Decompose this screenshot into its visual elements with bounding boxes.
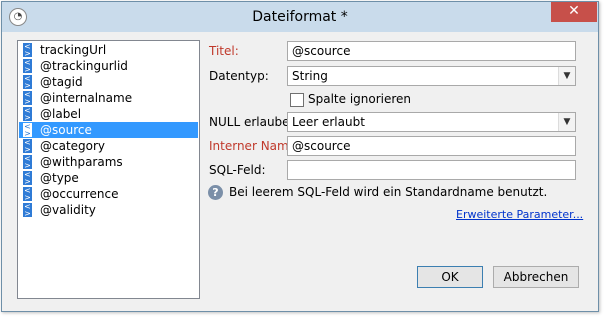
xml-attribute-icon: < > (23, 154, 32, 170)
window-title: Dateiformat * (252, 9, 348, 25)
title-bar[interactable]: ◔ Dateiformat * ✕ (2, 2, 598, 32)
title-input[interactable]: @scource (287, 41, 576, 61)
list-item[interactable]: < > @occurrence (19, 186, 198, 202)
list-item[interactable]: < > @tagid (19, 74, 198, 90)
list-item[interactable]: < > @internalname (19, 90, 198, 106)
sql-field-input[interactable] (287, 160, 576, 180)
advanced-parameters-link[interactable]: Erweiterte Parameter... (456, 208, 583, 221)
xml-attribute-icon: < > (23, 42, 32, 58)
ignore-column-checkbox[interactable] (290, 93, 304, 107)
list-item-selected[interactable]: < > @source (19, 122, 198, 138)
list-item[interactable]: < > @type (19, 170, 198, 186)
ok-button[interactable]: OK (417, 266, 483, 288)
chevron-down-icon[interactable]: ▼ (558, 67, 575, 85)
datatype-select[interactable]: String ▼ (287, 66, 576, 86)
xml-attribute-icon: < > (23, 170, 32, 186)
xml-attribute-icon: < > (23, 74, 32, 90)
info-icon: ? (208, 185, 223, 200)
list-item[interactable]: < > @category (19, 138, 198, 154)
datatype-label: Datentyp: (209, 69, 269, 83)
list-item[interactable]: < > @validity (19, 202, 198, 218)
title-label: Titel: (209, 44, 239, 58)
list-item[interactable]: < > @withparams (19, 154, 198, 170)
xml-attribute-icon: < > (23, 122, 32, 138)
ignore-column-label[interactable]: Spalte ignorieren (308, 92, 411, 106)
sql-field-label: SQL-Feld: (209, 163, 266, 177)
list-item[interactable]: < > @trackingurlid (19, 58, 198, 74)
close-button[interactable]: ✕ (551, 2, 597, 22)
internal-name-input[interactable]: @scource (287, 136, 576, 156)
info-text: Bei leerem SQL-Feld wird ein Standardnam… (229, 185, 548, 199)
xml-attribute-icon: < > (23, 90, 32, 106)
xml-attribute-icon: < > (23, 202, 32, 218)
chevron-down-icon[interactable]: ▼ (558, 113, 575, 131)
xml-attribute-icon: < > (23, 138, 32, 154)
list-item[interactable]: < > @label (19, 106, 198, 122)
field-list[interactable]: < > trackingUrl < > @trackingurlid < > @tagid … (17, 40, 200, 299)
cancel-button[interactable]: Abbrechen (493, 266, 579, 288)
xml-attribute-icon: < > (23, 186, 32, 202)
xml-attribute-icon: < > (23, 58, 32, 74)
list-item[interactable]: < > trackingUrl (19, 42, 198, 58)
xml-attribute-icon: < > (23, 106, 32, 122)
null-allowed-value: Leer erlaubt (292, 115, 365, 129)
null-allowed-select[interactable]: Leer erlaubt ▼ (287, 112, 576, 132)
datatype-value: String (292, 69, 328, 83)
dialog-window: ◔ Dateiformat * ✕ < > trackingUrl < > @track… (1, 1, 599, 312)
